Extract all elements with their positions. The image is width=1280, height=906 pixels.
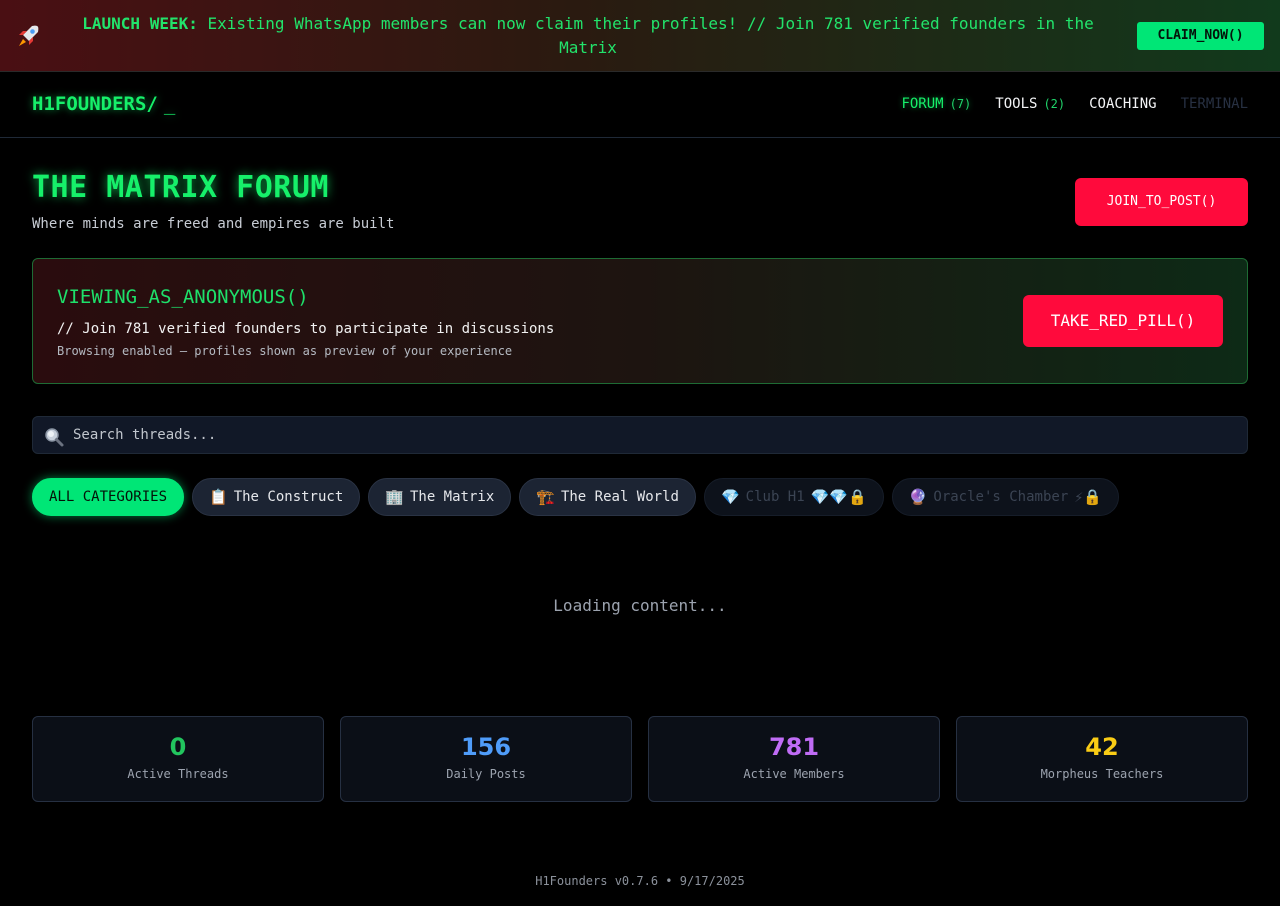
- logo-cursor: _: [163, 93, 176, 115]
- nav-item-label: TERMINAL: [1180, 96, 1248, 112]
- page-subtitle: Where minds are freed and empires are bu…: [32, 216, 395, 232]
- nav-item-tools[interactable]: TOOLS (2): [995, 96, 1065, 112]
- anon-line-1: // Join 781 verified founders to partici…: [57, 321, 555, 337]
- category-label: Oracle's Chamber: [933, 489, 1069, 505]
- nav-item-count: (7): [949, 97, 972, 111]
- crystal-ball-icon: 🔮: [908, 488, 928, 506]
- stat-card-active-members: 781 Active Members: [648, 716, 940, 802]
- stat-card-active-threads: 0 Active Threads: [32, 716, 324, 802]
- announcement-banner: LAUNCH WEEK: Existing WhatsApp members c…: [0, 0, 1280, 72]
- stat-label: Active Threads: [127, 767, 229, 781]
- banner-text: Existing WhatsApp members can now claim …: [207, 14, 1094, 57]
- join-to-post-button[interactable]: JOIN_TO_POST(): [1075, 178, 1248, 226]
- search-bar: [32, 416, 1248, 454]
- category-all[interactable]: ALL CATEGORIES: [32, 478, 185, 516]
- nav-item-label: FORUM: [901, 96, 944, 112]
- construction-icon: 🏗️: [536, 488, 555, 506]
- gem-icon: 💎: [720, 488, 740, 506]
- search-icon: [45, 428, 64, 447]
- nav-item-label: COACHING: [1089, 96, 1157, 112]
- anon-line-2: Browsing enabled — profiles shown as pre…: [57, 344, 513, 358]
- category-label: The Matrix: [409, 489, 495, 505]
- category-oracles-chamber: 🔮 Oracle's Chamber ⚡🔒: [891, 478, 1119, 516]
- category-label: ALL CATEGORIES: [49, 489, 168, 505]
- rocket-icon: [19, 25, 39, 46]
- category-the-construct[interactable]: 📋 The Construct: [192, 478, 361, 516]
- category-label: Club H1: [745, 489, 805, 505]
- site-logo[interactable]: H1FOUNDERS/_: [32, 93, 175, 115]
- category-the-matrix[interactable]: 🏢 The Matrix: [368, 478, 512, 516]
- stat-value: 0: [169, 733, 187, 761]
- stat-label: Daily Posts: [446, 767, 526, 781]
- search-input[interactable]: [73, 417, 1233, 453]
- stat-value: 42: [1085, 733, 1119, 761]
- logo-text: H1FOUNDERS/: [32, 93, 158, 115]
- claim-now-button[interactable]: CLAIM_NOW(): [1137, 22, 1264, 50]
- category-filter: ALL CATEGORIES 📋 The Construct 🏢 The Matri…: [32, 478, 1119, 516]
- top-nav: H1FOUNDERS/_ FORUM (7) TOOLS (2) COACHING …: [0, 73, 1280, 138]
- page-title: THE MATRIX FORUM: [32, 170, 329, 205]
- stat-value: 156: [460, 733, 512, 761]
- anon-heading: VIEWING_AS_ANONYMOUS(): [57, 286, 309, 308]
- nav-item-coaching[interactable]: COACHING: [1089, 96, 1156, 112]
- nav-item-count: (2): [1043, 97, 1066, 111]
- anonymous-notice-panel: VIEWING_AS_ANONYMOUS() // Join 781 verif…: [32, 258, 1248, 384]
- category-club-h1: 💎 Club H1 💎💎🔒: [703, 478, 884, 516]
- office-building-icon: 🏢: [385, 488, 404, 506]
- locked-badge-icons: ⚡🔒: [1074, 488, 1102, 506]
- category-label: The Construct: [233, 489, 344, 505]
- banner-message: LAUNCH WEEK: Existing WhatsApp members c…: [62, 12, 1114, 60]
- loading-indicator: Loading content...: [553, 596, 727, 615]
- stat-card-daily-posts: 156 Daily Posts: [340, 716, 632, 802]
- nav-item-forum[interactable]: FORUM (7): [901, 96, 971, 112]
- stat-label: Active Members: [743, 767, 845, 781]
- category-the-real-world[interactable]: 🏗️ The Real World: [519, 478, 696, 516]
- locked-badge-icons: 💎💎🔒: [810, 488, 867, 506]
- nav-links: FORUM (7) TOOLS (2) COACHING TERMINAL: [901, 96, 1248, 112]
- category-label: The Real World: [560, 489, 679, 505]
- take-red-pill-button[interactable]: TAKE_RED_PILL(): [1023, 295, 1223, 347]
- stat-value: 781: [768, 733, 820, 761]
- clipboard-icon: 📋: [209, 488, 228, 506]
- banner-label: LAUNCH WEEK:: [82, 14, 198, 33]
- stat-card-morpheus-teachers: 42 Morpheus Teachers: [956, 716, 1248, 802]
- nav-item-terminal: TERMINAL: [1181, 96, 1248, 112]
- nav-item-label: TOOLS: [995, 96, 1038, 112]
- stat-label: Morpheus Teachers: [1040, 767, 1164, 781]
- footer-version: H1Founders v0.7.6 • 9/17/2025: [535, 874, 745, 888]
